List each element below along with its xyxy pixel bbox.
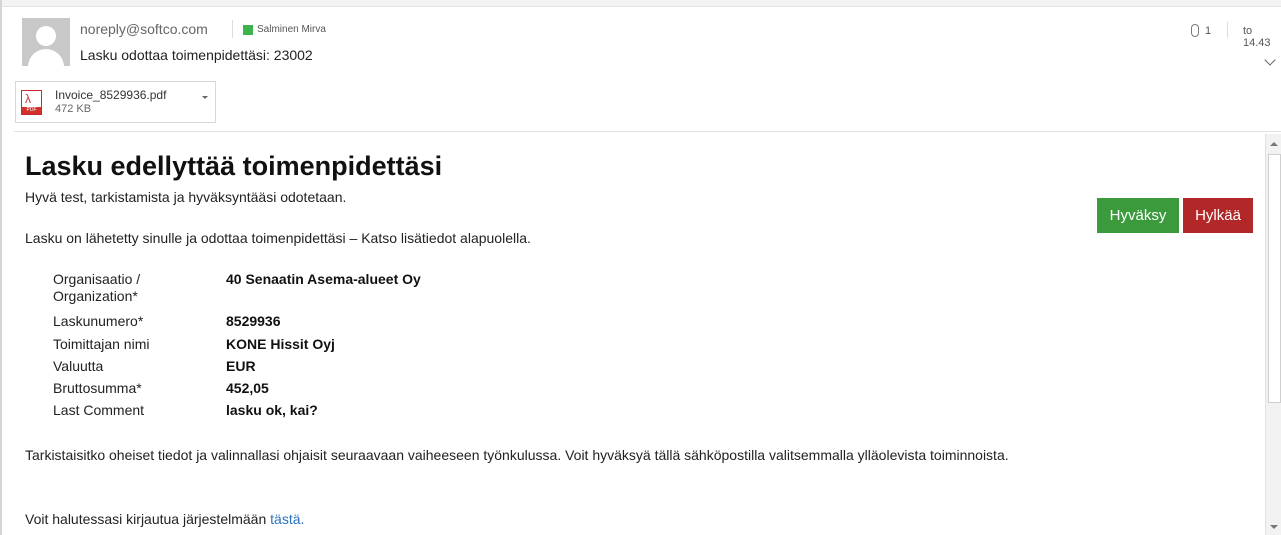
scrollbar-thumb[interactable] (1268, 154, 1281, 403)
detail-label-gross-amount: Bruttosumma* (53, 380, 142, 396)
detail-label-invoice-number: Laskunumero* (53, 313, 144, 329)
expand-chevron-icon[interactable] (1264, 54, 1276, 66)
intro-text: Lasku on lähetetty sinulle ja odottaa to… (25, 230, 531, 246)
header-divider (14, 131, 1281, 132)
attachment-size: 472 KB (55, 103, 92, 115)
login-paragraph: Voit halutessasi kirjautua järjestelmään… (25, 511, 304, 527)
detail-value-currency: EUR (226, 358, 256, 374)
presence-status-icon (243, 25, 253, 35)
approve-button[interactable]: Hyväksy (1097, 198, 1179, 233)
detail-value-supplier: KONE Hissit Oyj (226, 336, 335, 352)
avatar-head (36, 26, 56, 46)
acrobat-symbol-icon: λ (25, 92, 31, 106)
greeting-text: Hyvä test, tarkistamista ja hyväksyntääs… (25, 189, 347, 205)
sender-address[interactable]: noreply@softco.com (80, 21, 208, 37)
sender-avatar (22, 18, 70, 66)
attachment-dropdown-icon[interactable] (202, 96, 208, 99)
attachment-chip[interactable]: λ PDF Invoice_8529936.pdf 472 KB (15, 81, 216, 123)
scroll-down-arrow-icon[interactable] (1270, 525, 1278, 529)
scroll-up-arrow-icon[interactable] (1270, 142, 1278, 146)
detail-label-organization: Organisaatio / Organization* (53, 271, 141, 304)
attachment-indicator[interactable]: 1 (1191, 24, 1211, 37)
avatar-body (28, 49, 64, 66)
email-subject: Lasku odottaa toimenpidettäsi: 23002 (80, 47, 313, 63)
attachment-count: 1 (1205, 24, 1212, 37)
attachment-filename: Invoice_8529936.pdf (55, 88, 167, 102)
detail-value-last-comment: lasku ok, kai? (226, 402, 318, 418)
detail-value-invoice-number: 8529936 (226, 313, 281, 329)
window-top-edge (0, 0, 1281, 7)
recipient-name[interactable]: Salminen Mirva (257, 24, 326, 35)
paperclip-icon (1191, 24, 1199, 37)
window-left-edge (0, 0, 2, 535)
message-title: Lasku edellyttää toimenpidettäsi (25, 151, 443, 181)
received-time: to 14.43 (1243, 25, 1271, 49)
login-link[interactable]: tästä. (270, 511, 304, 527)
pdf-file-icon: λ PDF (21, 90, 42, 115)
header-separator (232, 20, 233, 38)
pdf-type-label: PDF (22, 107, 41, 114)
login-text: Voit halutessasi kirjautua järjestelmään (25, 511, 271, 527)
detail-label-supplier: Toimittajan nimi (53, 336, 150, 352)
header-separator (1227, 22, 1228, 38)
vertical-scrollbar[interactable] (1265, 134, 1281, 535)
detail-value-organization: 40 Senaatin Asema-alueet Oy (226, 271, 421, 287)
reject-button[interactable]: Hylkää (1183, 198, 1253, 233)
detail-label-currency: Valuutta (53, 358, 104, 374)
detail-value-gross-amount: 452,05 (226, 380, 269, 396)
instructions-text: Tarkistaisitko oheiset tiedot ja valinna… (25, 447, 1009, 463)
detail-label-last-comment: Last Comment (53, 402, 145, 418)
